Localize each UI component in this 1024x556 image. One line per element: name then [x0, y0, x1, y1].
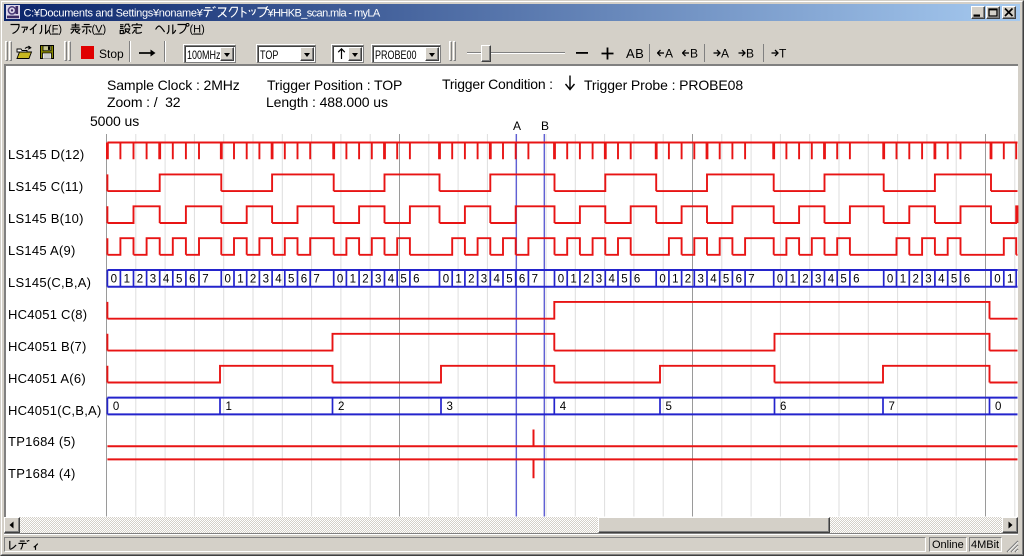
svg-text:0: 0	[337, 274, 343, 286]
svg-text:0: 0	[113, 401, 119, 413]
svg-text:6: 6	[413, 274, 419, 286]
svg-text:5: 5	[288, 274, 294, 286]
svg-text:3: 3	[925, 274, 931, 286]
svg-text:6: 6	[736, 274, 742, 286]
svg-text:7: 7	[313, 274, 319, 286]
svg-text:0: 0	[777, 274, 783, 286]
svg-text:7: 7	[202, 274, 208, 286]
svg-text:2: 2	[685, 274, 691, 286]
svg-text:1: 1	[570, 274, 576, 286]
svg-text:1: 1	[237, 274, 243, 286]
svg-text:1: 1	[672, 274, 678, 286]
svg-text:2: 2	[137, 274, 143, 286]
svg-text:2: 2	[468, 274, 474, 286]
svg-text:1: 1	[350, 274, 356, 286]
svg-text:0: 0	[558, 274, 564, 286]
svg-text:6: 6	[189, 274, 195, 286]
svg-text:0: 0	[994, 274, 1000, 286]
svg-text:1: 1	[790, 274, 796, 286]
svg-text:3: 3	[596, 274, 602, 286]
svg-text:3: 3	[150, 274, 156, 286]
svg-text:7: 7	[532, 274, 538, 286]
svg-text:3: 3	[263, 274, 269, 286]
svg-text:5: 5	[621, 274, 627, 286]
svg-text:5: 5	[506, 274, 512, 286]
svg-text:0: 0	[887, 274, 893, 286]
svg-text:6: 6	[780, 401, 786, 413]
svg-text:5: 5	[176, 274, 182, 286]
svg-text:2: 2	[583, 274, 589, 286]
svg-text:6: 6	[853, 274, 859, 286]
svg-text:0: 0	[995, 401, 1001, 413]
svg-text:4: 4	[560, 401, 567, 413]
svg-text:1: 1	[124, 274, 130, 286]
svg-text:2: 2	[250, 274, 256, 286]
svg-text:1: 1	[455, 274, 461, 286]
svg-text:4: 4	[493, 274, 500, 286]
svg-text:4: 4	[163, 274, 170, 286]
svg-text:4: 4	[938, 274, 945, 286]
svg-text:6: 6	[301, 274, 307, 286]
svg-text:0: 0	[659, 274, 665, 286]
svg-text:4: 4	[828, 274, 835, 286]
svg-text:4: 4	[388, 274, 395, 286]
svg-text:2: 2	[338, 401, 344, 413]
svg-text:5: 5	[723, 274, 729, 286]
svg-text:4: 4	[608, 274, 615, 286]
svg-text:5: 5	[666, 401, 672, 413]
svg-text:5: 5	[951, 274, 957, 286]
svg-text:5: 5	[840, 274, 846, 286]
svg-text:0: 0	[111, 274, 117, 286]
svg-text:6: 6	[634, 274, 640, 286]
svg-text:6: 6	[519, 274, 525, 286]
svg-text:1: 1	[226, 401, 232, 413]
svg-text:2: 2	[362, 274, 368, 286]
svg-text:3: 3	[481, 274, 487, 286]
svg-text:0: 0	[224, 274, 230, 286]
svg-text:3: 3	[447, 401, 453, 413]
svg-text:2: 2	[802, 274, 808, 286]
svg-text:4: 4	[710, 274, 717, 286]
svg-text:3: 3	[815, 274, 821, 286]
svg-text:4: 4	[275, 274, 282, 286]
svg-text:1: 1	[1007, 274, 1013, 286]
svg-text:7: 7	[748, 274, 754, 286]
svg-text:1: 1	[900, 274, 906, 286]
svg-text:3: 3	[697, 274, 703, 286]
svg-text:2: 2	[912, 274, 918, 286]
svg-text:3: 3	[375, 274, 381, 286]
svg-text:6: 6	[964, 274, 970, 286]
svg-text:5: 5	[400, 274, 406, 286]
svg-text:7: 7	[889, 401, 895, 413]
svg-text:0: 0	[443, 274, 449, 286]
